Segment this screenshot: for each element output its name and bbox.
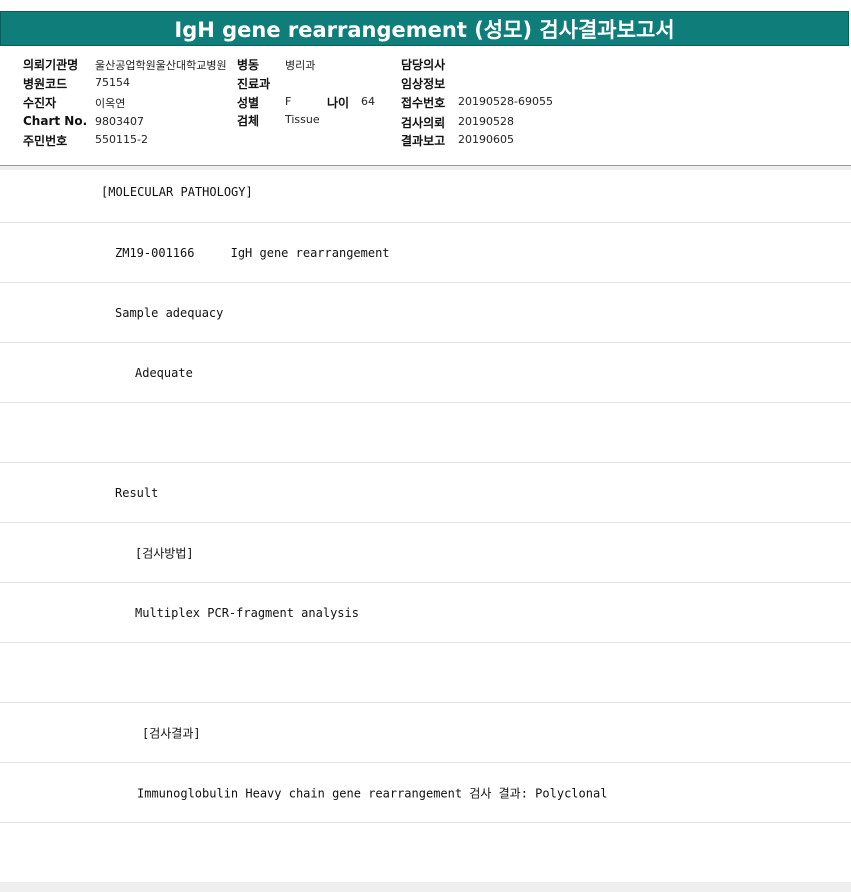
report-line-result-subheading: [검사결과] (142, 726, 201, 740)
request-label: 검사의뢰 (401, 116, 446, 130)
hospital-code-value: 75154 (95, 76, 130, 89)
report-header-info: 의뢰기관명 울산공업학원울산대학교병원 병동 병리과 담당의사 병원코드 751… (0, 50, 851, 166)
institution-value: 울산공업학원울산대학교병원 (95, 59, 227, 72)
department-label: 진료과 (237, 77, 271, 91)
report-row: Sample adequacy (0, 283, 851, 343)
report-row: Immunoglobulin Heavy chain gene rearrang… (0, 763, 851, 823)
specimen-label: 검체 (237, 114, 260, 128)
sex-label: 성별 (237, 96, 260, 110)
clinical-info-label: 임상정보 (401, 77, 446, 91)
report-line-method-heading: [검사방법] (135, 546, 194, 560)
sex-value: F (285, 95, 292, 108)
report-row (0, 403, 851, 463)
report-line-case: ZM19-001166 IgH gene rearrangement (115, 245, 390, 260)
report-date-label: 결과보고 (401, 134, 446, 148)
hospital-code-label: 병원코드 (23, 77, 68, 91)
report-row: [검사방법] (0, 523, 851, 583)
report-line-adequacy-value: Adequate (135, 365, 193, 380)
request-value: 20190528 (458, 115, 514, 128)
report-row (0, 823, 851, 883)
report-row: ZM19-001166 IgH gene rearrangement (0, 223, 851, 283)
age-label: 나이 (327, 96, 350, 110)
patient-value: 이옥연 (95, 97, 126, 110)
accession-label: 접수번호 (401, 96, 446, 110)
report-row (0, 643, 851, 703)
chart-value: 9803407 (95, 115, 144, 128)
chart-label: Chart No. (23, 114, 88, 128)
report-row: Multiplex PCR-fragment analysis (0, 583, 851, 643)
report-row: [검사결과] (0, 703, 851, 763)
report-row: Adequate (0, 343, 851, 403)
report-body: [MOLECULAR PATHOLOGY] ZM19-001166 IgH ge… (0, 170, 851, 883)
report-row: [MOLECULAR PATHOLOGY] (0, 170, 851, 223)
report-line-result-heading: Result (115, 485, 159, 500)
report-row: Result (0, 463, 851, 523)
report-line-section: [MOLECULAR PATHOLOGY] (101, 185, 253, 199)
id-value: 550115-2 (95, 133, 148, 146)
report-date-value: 20190605 (458, 133, 514, 146)
patient-label: 수진자 (23, 96, 57, 110)
accession-value: 20190528-69055 (458, 95, 553, 108)
report-line-method-value: Multiplex PCR-fragment analysis (135, 605, 359, 620)
report-title: IgH gene rearrangement (성모) 검사결과보고서 (0, 11, 849, 46)
doctor-label: 담당의사 (401, 58, 446, 72)
ward-label: 병동 (237, 58, 260, 72)
age-value: 64 (361, 95, 375, 108)
ward-value: 병리과 (285, 59, 316, 72)
institution-label: 의뢰기관명 (23, 58, 79, 72)
report-line-adequacy-heading: Sample adequacy (115, 305, 224, 320)
id-label: 주민번호 (23, 134, 68, 148)
bottom-bar (0, 882, 851, 892)
report-line-result-value: Immunoglobulin Heavy chain gene rearrang… (137, 786, 608, 800)
specimen-value: Tissue (285, 113, 320, 126)
